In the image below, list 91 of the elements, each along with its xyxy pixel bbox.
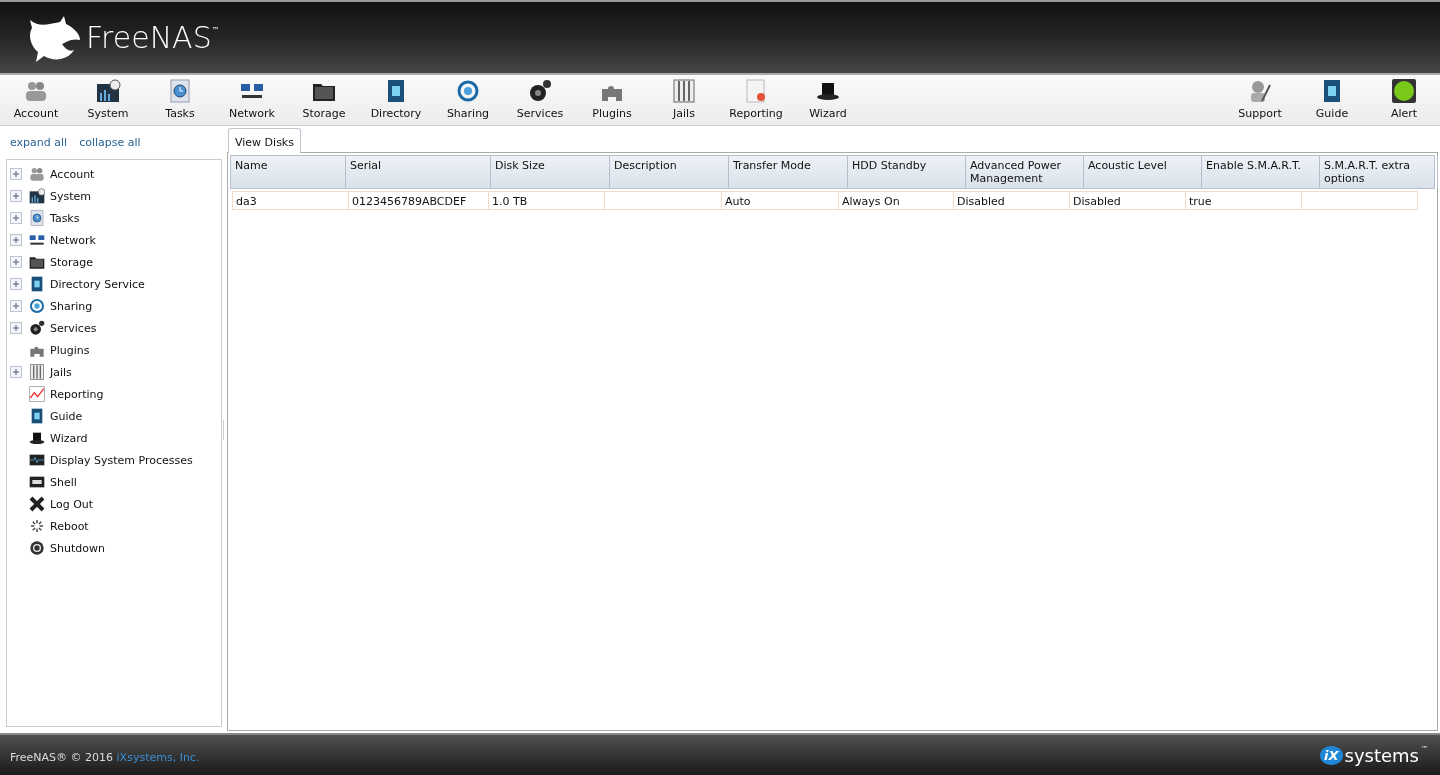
tree-item[interactable]: Shell xyxy=(50,475,77,489)
tree-item[interactable]: Tasks xyxy=(50,211,80,225)
table-cell: 0123456789ABCDEF xyxy=(349,191,489,210)
gears-icon xyxy=(527,79,553,103)
toolbar-button[interactable]: Tasks xyxy=(144,75,216,125)
plus-toggle-icon[interactable] xyxy=(10,190,22,202)
tree-item[interactable]: Services xyxy=(50,321,97,335)
expand-all-link[interactable]: expand all xyxy=(10,136,68,149)
tree-item[interactable]: Network xyxy=(50,233,96,247)
table-cell: Always On xyxy=(839,191,954,210)
column-header[interactable]: S.M.A.R.T. extra options xyxy=(1320,156,1438,188)
column-header[interactable]: Acoustic Level xyxy=(1084,156,1202,188)
bars-icon xyxy=(29,364,45,380)
toolbar-button[interactable]: Sharing xyxy=(432,75,504,125)
tree-item[interactable]: Display System Processes xyxy=(50,453,193,467)
column-header[interactable]: Transfer Mode xyxy=(729,156,848,188)
toolbar-button[interactable]: Account xyxy=(0,75,72,125)
tree-item[interactable]: Jails xyxy=(50,365,72,379)
chart-icon xyxy=(95,79,121,103)
tree-item[interactable]: Reboot xyxy=(50,519,89,533)
brand-text: systems xyxy=(1344,744,1419,766)
alert-light-icon xyxy=(1391,79,1417,103)
tree-item[interactable]: Reporting xyxy=(50,387,104,401)
tree-item[interactable]: Account xyxy=(50,167,95,181)
toolbar-button[interactable]: Reporting xyxy=(720,75,792,125)
book-icon xyxy=(29,276,45,292)
column-header[interactable]: Enable S.M.A.R.T. xyxy=(1202,156,1320,188)
toolbar-button[interactable]: Wizard xyxy=(792,75,864,125)
cross-icon xyxy=(29,496,45,512)
top-hat-icon xyxy=(29,430,45,446)
users-icon xyxy=(29,166,45,182)
toolbar-button[interactable]: Directory xyxy=(360,75,432,125)
monitor-icon xyxy=(29,452,45,468)
plus-toggle-icon[interactable] xyxy=(10,278,22,290)
bars-icon xyxy=(671,79,697,103)
power-icon xyxy=(29,540,45,556)
table-cell: true xyxy=(1186,191,1302,210)
copyright-text: FreeNAS® © 2016 xyxy=(10,750,115,764)
tree-item[interactable]: Plugins xyxy=(50,343,90,357)
tree-item[interactable]: Shutdown xyxy=(50,541,105,555)
terminal-icon xyxy=(29,474,45,490)
folder-icon xyxy=(29,254,45,270)
toolbar-button[interactable]: Guide xyxy=(1296,75,1368,125)
plus-toggle-icon[interactable] xyxy=(10,168,22,180)
spinner-icon xyxy=(29,518,45,534)
tree-item[interactable]: Wizard xyxy=(50,431,88,445)
clock-icon xyxy=(29,210,45,226)
tree-item[interactable]: Storage xyxy=(50,255,94,269)
toolbar-button[interactable]: Services xyxy=(504,75,576,125)
chart-icon xyxy=(29,188,45,204)
column-header[interactable]: Disk Size xyxy=(491,156,610,188)
plus-toggle-icon[interactable] xyxy=(10,212,22,224)
table-cell: Disabled xyxy=(1070,191,1186,210)
plus-toggle-icon[interactable] xyxy=(10,366,22,378)
column-header[interactable]: Name xyxy=(231,156,346,188)
collapse-all-link[interactable]: collapse all xyxy=(79,136,141,149)
plus-toggle-icon[interactable] xyxy=(10,322,22,334)
table-cell: da3 xyxy=(232,191,349,210)
toolbar-button[interactable]: Alert xyxy=(1368,75,1440,125)
column-header[interactable]: HDD Standby xyxy=(848,156,966,188)
book-icon xyxy=(29,408,45,424)
column-header[interactable]: Serial xyxy=(346,156,491,188)
table-cell: Auto xyxy=(722,191,839,210)
toolbar-button[interactable]: Support xyxy=(1224,75,1296,125)
tree-item[interactable]: Guide xyxy=(50,409,83,423)
tree-item[interactable]: System xyxy=(50,189,92,203)
toolbar-button[interactable]: Plugins xyxy=(576,75,648,125)
company-link[interactable]: iXsystems, Inc. xyxy=(116,750,200,764)
tab[interactable]: View Disks xyxy=(228,128,301,153)
table-cell: 1.0 TB xyxy=(489,191,605,210)
plus-toggle-icon[interactable] xyxy=(10,256,22,268)
plus-toggle-icon[interactable] xyxy=(10,300,22,312)
plus-toggle-icon[interactable] xyxy=(10,234,22,246)
toolbar-button[interactable]: Network xyxy=(216,75,288,125)
column-header[interactable]: Description xyxy=(610,156,729,188)
logo-text: FreeNAS xyxy=(86,20,212,55)
clock-icon xyxy=(167,79,193,103)
gears-icon xyxy=(29,320,45,336)
tree-item[interactable]: Log Out xyxy=(50,497,94,511)
tree-item[interactable]: Directory Service xyxy=(50,277,145,291)
toolbar-button[interactable]: Jails xyxy=(648,75,720,125)
table-cell: Disabled xyxy=(954,191,1070,210)
toolbar-button[interactable]: System xyxy=(72,75,144,125)
toolbar-button[interactable]: Storage xyxy=(288,75,360,125)
trademark: ™ xyxy=(211,26,220,35)
network-icon xyxy=(29,232,45,248)
tree-item[interactable]: Sharing xyxy=(50,299,93,313)
users-icon xyxy=(23,79,49,103)
brand-mark: iX xyxy=(1320,745,1343,765)
column-header[interactable]: Advanced Power Management xyxy=(966,156,1084,188)
line-chart-icon xyxy=(29,386,45,402)
